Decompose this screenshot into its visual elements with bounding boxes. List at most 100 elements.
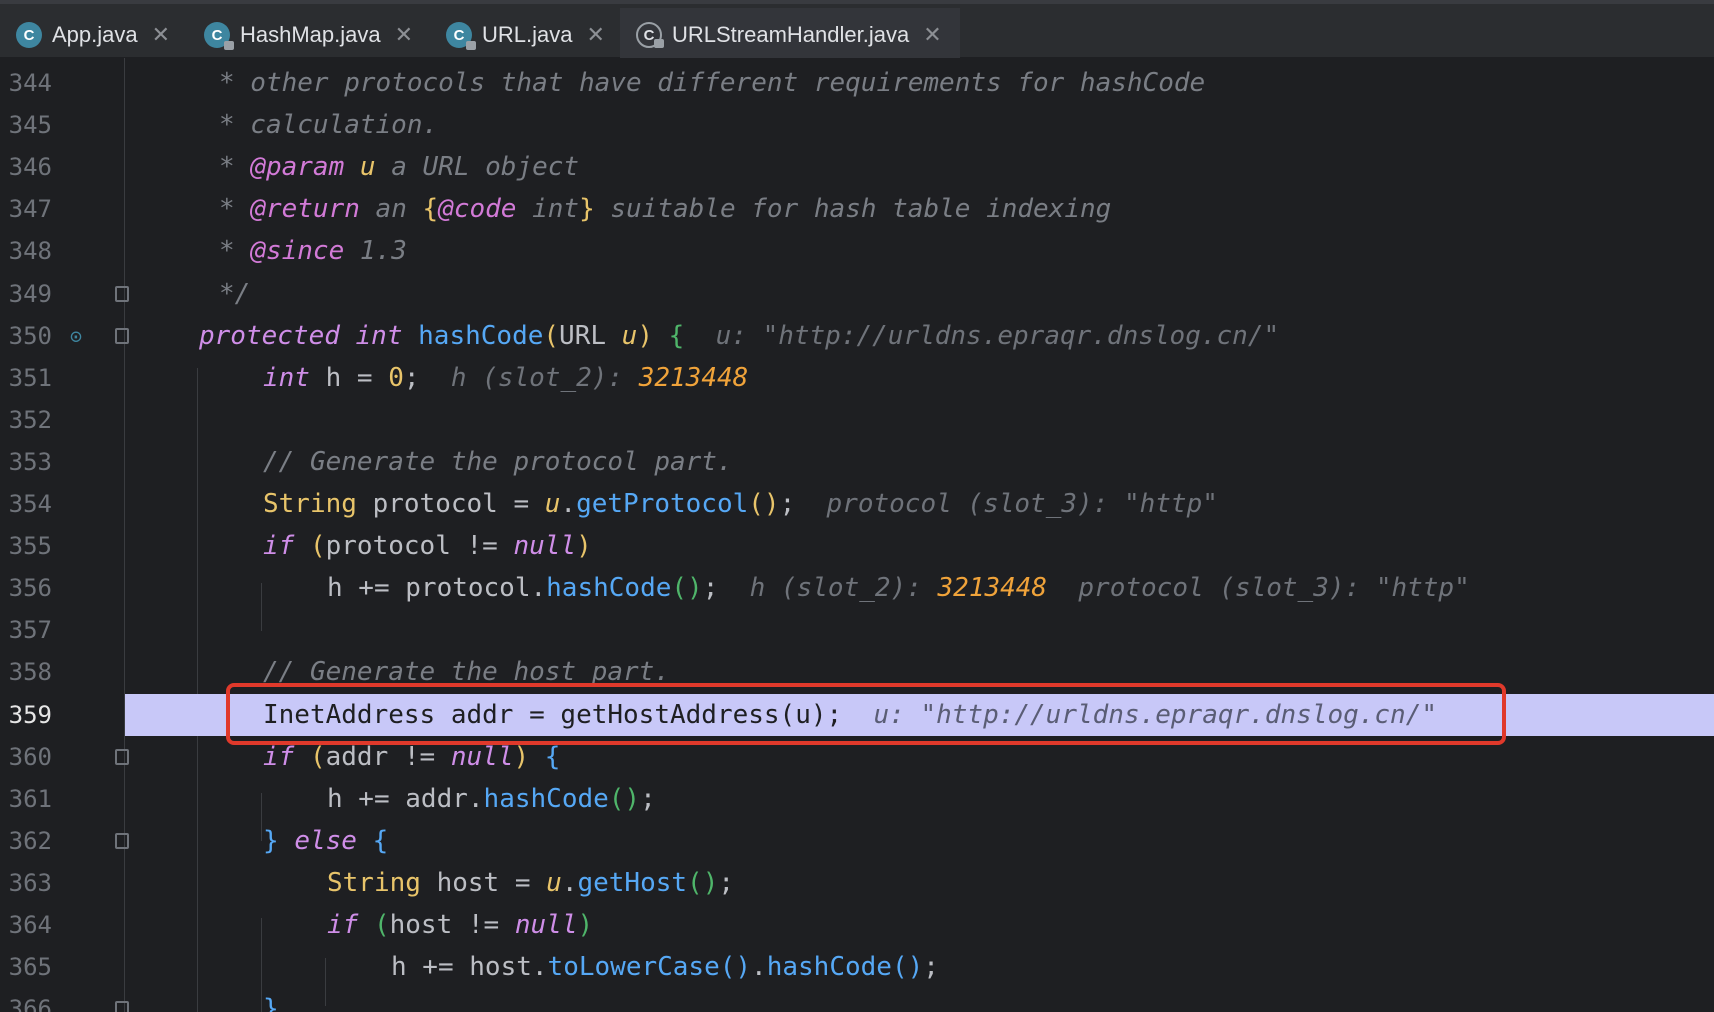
code-line[interactable]: 346 * @param u a URL object xyxy=(0,146,1714,188)
code-editor[interactable]: 344 * other protocols that have different… xyxy=(0,58,1714,1012)
code-line[interactable]: 353 // Generate the protocol part. xyxy=(0,441,1714,483)
line-number[interactable]: 362 xyxy=(0,827,52,855)
line-number[interactable]: 353 xyxy=(0,448,52,476)
tab-app-java[interactable]: C App.java ✕ xyxy=(0,8,184,62)
code-line[interactable]: 366} xyxy=(0,988,1714,1012)
code-line[interactable]: 347 * @return an {@code int} suitable for… xyxy=(0,188,1714,230)
code-line[interactable]: 365 h += host.toLowerCase().hashCode(); xyxy=(0,946,1714,988)
line-number[interactable]: 357 xyxy=(0,616,52,644)
code-line[interactable]: 352 xyxy=(0,399,1714,441)
line-number[interactable]: 363 xyxy=(0,869,52,897)
code-line[interactable]: 357 xyxy=(0,609,1714,651)
code-line[interactable]: 361 h += addr.hashCode(); xyxy=(0,778,1714,820)
tab-urlstreamhandler-java[interactable]: C URLStreamHandler.java ✕ xyxy=(620,8,960,62)
close-icon[interactable]: ✕ xyxy=(586,22,604,48)
line-number[interactable]: 349 xyxy=(0,280,52,308)
code-text: * @since 1.3 xyxy=(219,236,407,266)
code-line[interactable]: 348 * @since 1.3 xyxy=(0,230,1714,272)
close-icon[interactable]: ✕ xyxy=(395,22,413,48)
inline-debug-hint: 3213448 xyxy=(937,573,1048,604)
code-text: h += host.toLowerCase().hashCode(); xyxy=(391,952,939,982)
code-line[interactable]: 363 String host = u.getHost(); xyxy=(0,862,1714,904)
code-token: ) xyxy=(577,910,594,940)
code-text: String host = u.getHost(); xyxy=(327,868,734,898)
line-number[interactable]: 348 xyxy=(0,237,52,265)
code-token: . xyxy=(560,489,577,519)
code-line[interactable]: 356 h += protocol.hashCode(); h (slot_2):… xyxy=(0,567,1714,609)
line-number[interactable]: 350 xyxy=(0,322,52,350)
code-token: int xyxy=(516,194,580,225)
close-icon[interactable]: ✕ xyxy=(152,22,170,48)
line-number[interactable]: 351 xyxy=(0,364,52,392)
code-token: ; xyxy=(403,362,420,393)
code-token: { xyxy=(422,194,439,225)
code-text: if (addr != null) { xyxy=(263,742,560,772)
line-number[interactable]: 352 xyxy=(0,406,52,434)
code-text: * other protocols that have different re… xyxy=(219,68,1205,98)
override-marker-icon[interactable]: ⊙ xyxy=(70,324,82,348)
code-token: int xyxy=(263,362,326,393)
code-token: URL xyxy=(559,320,622,351)
code-token: ( xyxy=(309,741,326,772)
line-number[interactable]: 356 xyxy=(0,574,52,602)
code-token: InetAddress addr = getHostAddress(u); xyxy=(263,699,843,730)
code-token: // Generate the protocol part. xyxy=(263,446,733,477)
line-number[interactable]: 354 xyxy=(0,490,52,518)
code-line[interactable]: 351 int h = 0; h (slot_2): 3213448 xyxy=(0,357,1714,399)
code-token: * xyxy=(219,236,251,267)
line-number[interactable]: 359 xyxy=(0,701,52,729)
code-line[interactable]: 344 * other protocols that have different… xyxy=(0,62,1714,104)
line-number[interactable]: 346 xyxy=(0,153,52,181)
code-token: } xyxy=(263,994,279,1012)
code-area: h += protocol.hashCode(); h (slot_2): 32… xyxy=(125,567,1714,609)
code-token: ; xyxy=(923,952,939,983)
code-token: hashCode xyxy=(766,952,892,983)
code-token: ) xyxy=(576,531,592,562)
code-token: hashCode xyxy=(418,320,544,351)
code-area: InetAddress addr = getHostAddress(u); u:… xyxy=(125,693,1714,736)
code-line[interactable]: 349 */ xyxy=(0,273,1714,315)
line-number[interactable]: 355 xyxy=(0,532,52,560)
code-text: */ xyxy=(219,279,250,309)
code-line[interactable]: 358 // Generate the host part. xyxy=(0,651,1714,693)
code-token: null xyxy=(514,910,578,940)
code-text: * calculation. xyxy=(219,110,438,140)
code-token: @return xyxy=(250,194,360,225)
line-number[interactable]: 364 xyxy=(0,911,52,939)
code-line[interactable]: 359 InetAddress addr = getHostAddress(u);… xyxy=(0,693,1714,736)
code-area: h += addr.hashCode(); xyxy=(125,778,1714,820)
code-line[interactable]: 345 * calculation. xyxy=(0,104,1714,146)
code-line[interactable]: 350 ⊙ protected int hashCode(URL u) { u: "… xyxy=(0,315,1714,357)
code-token: hashCode xyxy=(546,573,672,604)
code-text: String protocol = u.getProtocol(); proto… xyxy=(263,489,1218,519)
code-token: protocol = xyxy=(372,489,545,519)
tab-hashmap-java[interactable]: C HashMap.java ✕ xyxy=(188,8,426,62)
line-number[interactable]: 366 xyxy=(0,995,52,1012)
line-number[interactable]: 345 xyxy=(0,111,52,139)
code-area xyxy=(125,609,1714,651)
line-number[interactable]: 347 xyxy=(0,195,52,223)
code-token: ( xyxy=(309,531,326,562)
code-text: // Generate the protocol part. xyxy=(263,447,733,477)
code-line[interactable]: 354 String protocol = u.getProtocol(); pr… xyxy=(0,483,1714,525)
code-text: if (host != null) xyxy=(327,910,593,940)
code-token: h = xyxy=(325,362,389,393)
line-number[interactable]: 365 xyxy=(0,953,52,981)
line-number[interactable]: 360 xyxy=(0,743,52,771)
code-line[interactable]: 360 if (addr != null) { xyxy=(0,736,1714,778)
close-icon[interactable]: ✕ xyxy=(923,22,941,48)
code-token: * other protocols that have different re… xyxy=(219,68,1206,98)
tab-url-java[interactable]: C URL.java ✕ xyxy=(430,8,616,62)
code-line[interactable]: 362} else { xyxy=(0,820,1714,862)
code-line[interactable]: 364 if (host != null) xyxy=(0,904,1714,946)
line-number[interactable]: 344 xyxy=(0,69,52,97)
line-number[interactable]: 358 xyxy=(0,658,52,686)
code-area: } xyxy=(125,988,1714,1012)
code-token: @code xyxy=(438,194,517,225)
code-token: else xyxy=(294,825,373,856)
code-line[interactable]: 355 if (protocol != null) xyxy=(0,525,1714,567)
tab-label: URLStreamHandler.java xyxy=(672,22,910,47)
code-token: protocol != xyxy=(325,531,514,562)
line-number[interactable]: 361 xyxy=(0,785,52,813)
